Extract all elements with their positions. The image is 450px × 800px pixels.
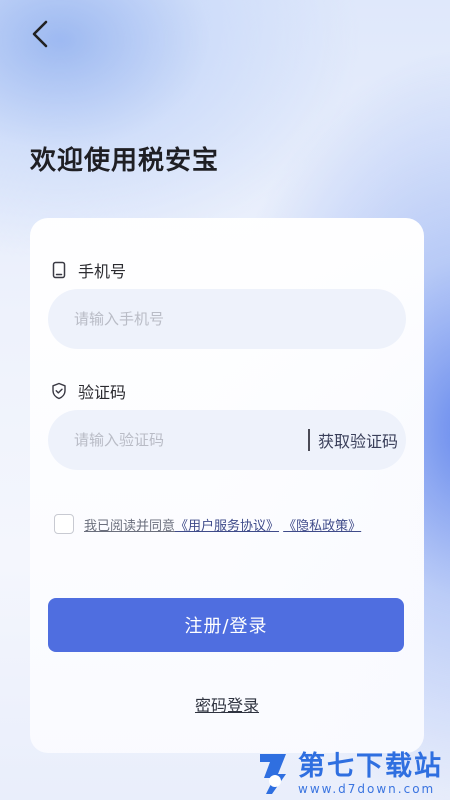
privacy-policy-link[interactable]: 《隐私政策》 <box>283 519 361 534</box>
phone-label-row: 手机号 <box>50 258 126 282</box>
agreement-row: 我已阅读并同意《用户服务协议》 《隐私政策》 <box>54 514 361 534</box>
watermark-title: 第七下载站 <box>298 751 443 782</box>
watermark-logo-icon <box>256 750 292 798</box>
shield-check-icon <box>50 382 68 400</box>
login-card: 手机号 验证码 获取验证码 我已阅读并同意《用户服务协议》 《隐私政策》 注册/… <box>30 218 424 753</box>
register-login-button[interactable]: 注册/登录 <box>48 598 404 652</box>
phone-input[interactable] <box>74 289 406 349</box>
agreement-checkbox[interactable] <box>54 514 74 534</box>
user-agreement-link[interactable]: 《用户服务协议》 <box>175 519 279 534</box>
code-label-row: 验证码 <box>50 379 126 403</box>
phone-label: 手机号 <box>78 262 127 281</box>
watermark-url: www.d7down.com <box>298 782 436 796</box>
code-label: 验证码 <box>78 383 127 402</box>
back-button[interactable] <box>28 18 58 50</box>
code-input[interactable] <box>74 410 308 470</box>
get-code-button[interactable]: 获取验证码 <box>307 429 398 451</box>
phone-icon <box>50 261 68 279</box>
password-login-link[interactable]: 密码登录 <box>30 692 424 716</box>
page-title: 欢迎使用税安宝 <box>30 146 220 176</box>
phone-input-box <box>48 289 406 349</box>
chevron-left-icon <box>32 20 48 48</box>
agreement-prefix: 我已阅读并同意 <box>84 518 176 534</box>
code-input-box: 获取验证码 <box>48 410 406 470</box>
watermark: 第七下载站 www.d7down.com <box>256 748 450 800</box>
